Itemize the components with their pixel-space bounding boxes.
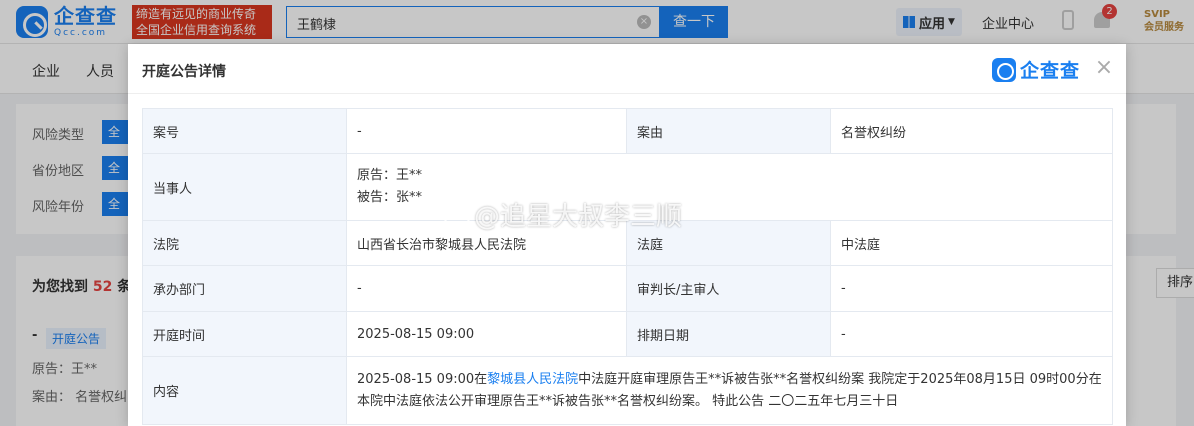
judge-value: -	[830, 265, 1113, 312]
dept-value: -	[346, 265, 627, 312]
close-icon[interactable]: ×	[1094, 57, 1114, 79]
case-no-value: -	[346, 108, 627, 154]
parties-label: 当事人	[142, 153, 347, 221]
content-value: 2025-08-15 09:00在黎城县人民法院中法庭开庭审理原告王**诉被告张…	[346, 356, 1113, 425]
dept-label: 承办部门	[142, 265, 347, 312]
qcc-logo-icon	[992, 57, 1016, 82]
schedule-date-value: -	[830, 311, 1113, 357]
table-row: 当事人 原告：王** 被告：张**	[142, 153, 1113, 221]
table-row: 法院 山西省长治市黎城县人民法院 法庭 中法庭	[142, 220, 1113, 266]
courtroom-value: 中法庭	[830, 220, 1113, 266]
modal-logo: 企查查	[992, 56, 1080, 83]
table-row: 案号 - 案由 名誉权纠纷	[142, 108, 1113, 154]
case-no-label: 案号	[142, 108, 347, 154]
plaintiff: 原告：王**	[357, 168, 423, 183]
table-row: 内容 2025-08-15 09:00在黎城县人民法院中法庭开庭审理原告王**诉…	[142, 356, 1113, 425]
content-label: 内容	[142, 356, 347, 425]
detail-table: 案号 - 案由 名誉权纠纷 当事人 原告：王** 被告：张** 法院 山西省长治…	[142, 108, 1113, 425]
cause-label: 案由	[626, 108, 831, 154]
modal-title: 开庭公告详情	[142, 64, 226, 80]
court-label: 法院	[142, 220, 347, 266]
judge-label: 审判长/主审人	[626, 265, 831, 312]
hearing-notice-modal: 开庭公告详情 企查查 × 案号 - 案由 名誉权纠纷 当事人 原告：王** 被告…	[128, 44, 1126, 426]
modal-header: 开庭公告详情 企查查 ×	[128, 44, 1126, 94]
modal-logo-text: 企查查	[1020, 60, 1081, 82]
cause-value: 名誉权纠纷	[830, 108, 1113, 154]
parties-value: 原告：王** 被告：张**	[346, 153, 1113, 221]
hearing-time-label: 开庭时间	[142, 311, 347, 357]
court-link[interactable]: 黎城县人民法院	[487, 372, 578, 387]
table-row: 开庭时间 2025-08-15 09:00 排期日期 -	[142, 311, 1113, 357]
table-row: 承办部门 - 审判长/主审人 -	[142, 265, 1113, 312]
defendant: 被告：张**	[357, 190, 423, 205]
courtroom-label: 法庭	[626, 220, 831, 266]
court-value: 山西省长治市黎城县人民法院	[346, 220, 627, 266]
schedule-date-label: 排期日期	[626, 311, 831, 357]
hearing-time-value: 2025-08-15 09:00	[346, 311, 627, 357]
